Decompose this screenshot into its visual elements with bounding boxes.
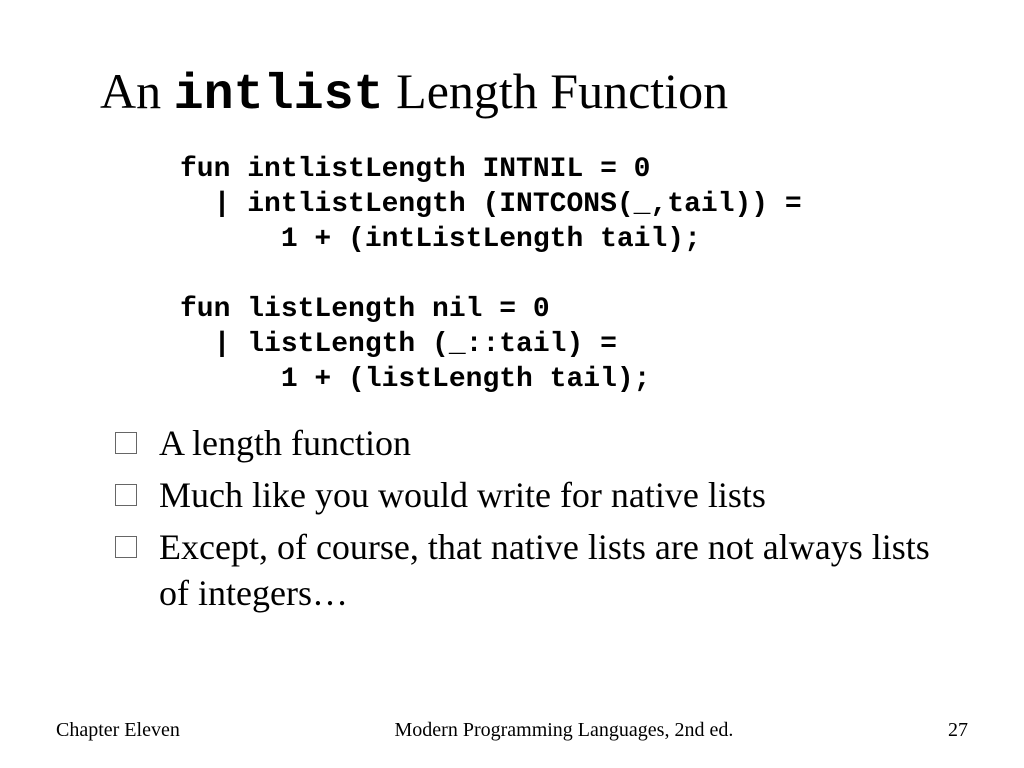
slide-title: An intlist Length Function — [100, 62, 728, 124]
code-block: fun intlistLength INTNIL = 0 | intlistLe… — [180, 152, 802, 397]
list-item: Except, of course, that native lists are… — [115, 524, 935, 616]
footer-right: 27 — [948, 719, 968, 742]
bullet-icon — [115, 484, 137, 506]
footer-center: Modern Programming Languages, 2nd ed. — [395, 719, 734, 742]
code-line-6: | listLength (_::tail) = — [180, 329, 617, 360]
code-line-2: | intlistLength (INTCONS(_,tail)) = — [180, 189, 802, 220]
title-suffix: Length Function — [384, 63, 728, 119]
slide: An intlist Length Function fun intlistLe… — [0, 0, 1024, 768]
footer-left: Chapter Eleven — [56, 719, 180, 742]
title-mono: intlist — [174, 67, 384, 124]
bullet-text: A length function — [159, 420, 935, 466]
code-line-1: fun intlistLength INTNIL = 0 — [180, 154, 650, 185]
code-line-3: 1 + (intListLength tail); — [180, 224, 701, 255]
title-prefix: An — [100, 63, 174, 119]
code-line-5: fun listLength nil = 0 — [180, 294, 550, 325]
bullet-text: Much like you would write for native lis… — [159, 472, 935, 518]
code-line-7: 1 + (listLength tail); — [180, 364, 650, 395]
bullet-icon — [115, 536, 137, 558]
list-item: A length function — [115, 420, 935, 466]
footer: Chapter Eleven Modern Programming Langua… — [0, 719, 1024, 742]
bullet-icon — [115, 432, 137, 454]
bullet-text: Except, of course, that native lists are… — [159, 524, 935, 616]
bullet-list: A length function Much like you would wr… — [115, 420, 935, 622]
list-item: Much like you would write for native lis… — [115, 472, 935, 518]
